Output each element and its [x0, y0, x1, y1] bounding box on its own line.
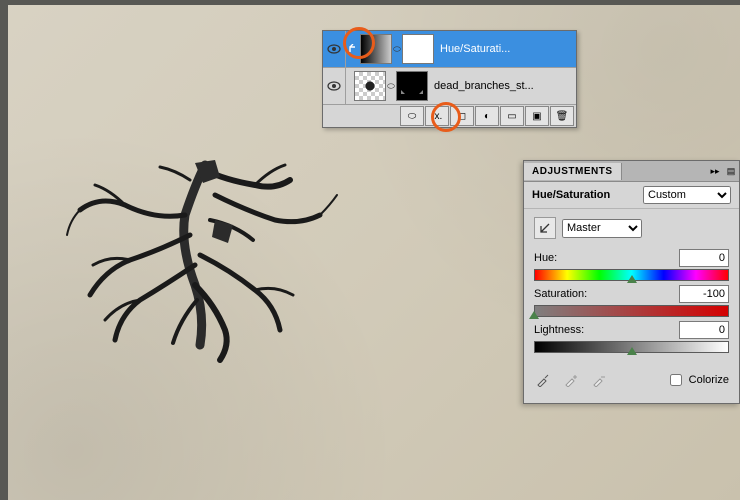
- lightness-input[interactable]: [679, 321, 729, 339]
- lightness-slider-row: Lightness:: [534, 321, 729, 353]
- layer-name[interactable]: dead_branches_st...: [428, 80, 576, 92]
- delete-layer-button[interactable]: 🗑: [550, 106, 574, 126]
- saturation-slider-row: Saturation:: [534, 285, 729, 317]
- eyedropper-minus-icon[interactable]: [590, 371, 608, 389]
- layer-thumb[interactable]: [354, 71, 386, 101]
- panel-menu-icon[interactable]: ▤: [723, 166, 739, 177]
- new-adjustment-button[interactable]: ◐: [475, 106, 499, 126]
- hue-slider-row: Hue:: [534, 249, 729, 281]
- layer-name[interactable]: Hue/Saturati...: [434, 43, 576, 55]
- hue-input[interactable]: [679, 249, 729, 267]
- saturation-slider[interactable]: [534, 305, 729, 317]
- visibility-toggle[interactable]: [323, 68, 346, 104]
- channel-select[interactable]: Master: [562, 219, 642, 238]
- panel-tabs: ADJUSTMENTS ▸▸ ▤: [524, 161, 739, 182]
- adjustment-thumb[interactable]: [360, 34, 392, 64]
- saturation-label: Saturation:: [534, 288, 587, 300]
- layer-row-hue-saturation[interactable]: ⬭ Hue/Saturati...: [323, 31, 576, 68]
- new-layer-button[interactable]: ▣: [525, 106, 549, 126]
- lightness-slider[interactable]: [534, 341, 729, 353]
- layer-mask-thumb[interactable]: [396, 71, 428, 101]
- lightness-label: Lightness:: [534, 324, 584, 336]
- layers-footer: ⬭ fx. ◻ ◐ ▭ ▣ 🗑: [323, 105, 576, 127]
- layers-panel: ⬭ Hue/Saturati... ⬭ dead_branches_st... …: [322, 30, 577, 128]
- eyedropper-plus-icon[interactable]: [562, 371, 580, 389]
- adjustments-panel: ADJUSTMENTS ▸▸ ▤ Hue/Saturation Custom M…: [523, 160, 740, 404]
- adjustment-title: Hue/Saturation: [532, 189, 610, 201]
- eyedropper-icon[interactable]: [534, 371, 552, 389]
- colorize-checkbox[interactable]: Colorize: [666, 371, 729, 389]
- clip-indicator-icon: [346, 44, 360, 54]
- link-layers-button[interactable]: ⬭: [400, 106, 424, 126]
- saturation-input[interactable]: [679, 285, 729, 303]
- preset-select[interactable]: Custom: [643, 186, 731, 204]
- layer-mask-thumb[interactable]: [402, 34, 434, 64]
- tab-adjustments[interactable]: ADJUSTMENTS: [524, 163, 622, 180]
- link-icon: ⬭: [392, 44, 402, 55]
- add-mask-button[interactable]: ◻: [450, 106, 474, 126]
- artwork-branches: [65, 125, 345, 365]
- target-adjustment-icon[interactable]: [534, 217, 556, 239]
- colorize-input[interactable]: [670, 374, 682, 386]
- link-icon: ⬭: [386, 81, 396, 92]
- new-group-button[interactable]: ▭: [500, 106, 524, 126]
- panel-header: Hue/Saturation Custom: [524, 182, 739, 209]
- layer-row-dead-branches[interactable]: ⬭ dead_branches_st...: [323, 68, 576, 105]
- fx-button[interactable]: fx.: [425, 106, 449, 126]
- visibility-toggle[interactable]: [323, 31, 346, 67]
- ruler-top: [0, 0, 740, 5]
- ruler-left: [0, 0, 8, 500]
- hue-label: Hue:: [534, 252, 557, 264]
- expand-icon[interactable]: ▸▸: [707, 166, 723, 177]
- hue-slider[interactable]: [534, 269, 729, 281]
